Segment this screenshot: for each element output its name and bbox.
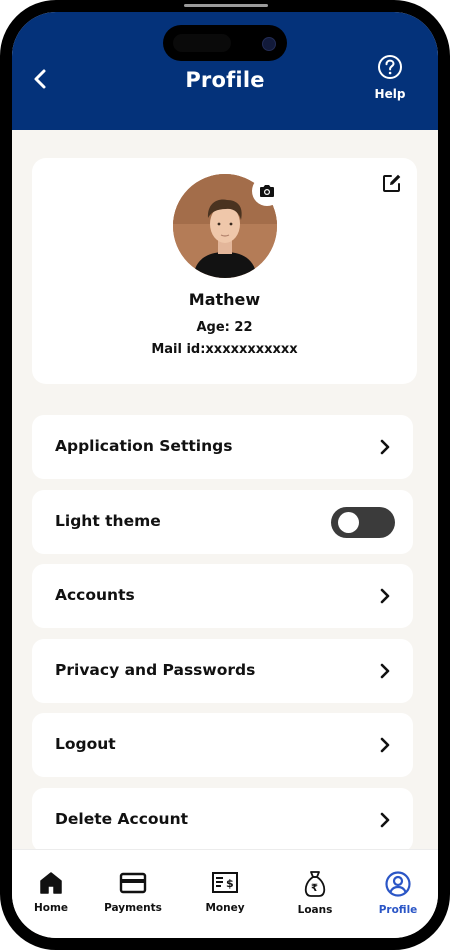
profile-card: Mathew Age: 22 Mail id:xxxxxxxxxxx — [32, 158, 417, 384]
help-label: Help — [374, 87, 406, 101]
help-icon — [378, 55, 402, 79]
menu-accounts[interactable]: Accounts — [32, 564, 413, 628]
menu-item-label: Delete Account — [55, 810, 189, 828]
phone-frame: Profile Help Mathew Age: 22 Mail id:xxxx… — [0, 0, 450, 950]
edit-profile-button[interactable] — [381, 172, 403, 194]
profile-age: Age: 22 — [196, 320, 253, 335]
profile-name: Mathew — [188, 290, 261, 309]
light-theme-toggle[interactable] — [331, 507, 395, 538]
edit-icon — [383, 174, 401, 192]
menu-item-label: Logout — [55, 735, 116, 753]
tab-money[interactable]: $ Money — [190, 870, 260, 914]
tab-payments[interactable]: Payments — [98, 870, 168, 914]
svg-text:$: $ — [226, 877, 234, 890]
tab-profile[interactable]: Profile — [363, 870, 433, 916]
profile-icon — [385, 871, 411, 897]
tab-loans[interactable]: ₹ Loans — [280, 870, 350, 916]
svg-text:₹: ₹ — [311, 883, 318, 894]
island-pill — [173, 34, 231, 52]
home-icon — [40, 872, 62, 894]
menu-light-theme: Light theme — [32, 490, 413, 554]
app-header: Profile Help — [12, 12, 438, 130]
menu-application-settings[interactable]: Application Settings — [32, 415, 413, 479]
chevron-right-icon — [380, 439, 390, 455]
chevron-right-icon — [380, 737, 390, 753]
menu-item-label: Accounts — [55, 586, 135, 604]
menu-delete-account[interactable]: Delete Account — [32, 788, 413, 852]
change-photo-button[interactable] — [252, 176, 282, 206]
menu-logout[interactable]: Logout — [32, 713, 413, 777]
tab-label: Home — [33, 902, 69, 914]
menu-item-label: Application Settings — [55, 437, 233, 455]
menu-privacy-passwords[interactable]: Privacy and Passwords — [32, 639, 413, 703]
tab-home[interactable]: Home — [16, 870, 86, 914]
chevron-right-icon — [380, 812, 390, 828]
camera-icon — [260, 185, 274, 197]
front-camera — [262, 37, 276, 51]
tab-label: Loans — [297, 904, 333, 916]
money-icon: $ — [212, 872, 238, 893]
phone-top-edge — [184, 4, 268, 7]
menu-item-label: Light theme — [55, 512, 161, 530]
tab-label: Money — [205, 902, 245, 914]
dynamic-island — [163, 25, 287, 61]
chevron-right-icon — [380, 588, 390, 604]
tab-label: Payments — [104, 902, 162, 914]
toggle-knob — [338, 512, 359, 533]
card-icon — [119, 872, 147, 894]
tab-label: Profile — [378, 904, 418, 916]
bottom-tab-bar: Home Payments $ Money ₹ Loans Profile — [12, 849, 438, 938]
help-button[interactable]: Help — [366, 54, 414, 101]
profile-mail: Mail id:xxxxxxxxxxx — [151, 342, 298, 357]
chevron-right-icon — [380, 663, 390, 679]
moneybag-icon: ₹ — [304, 871, 326, 897]
menu-item-label: Privacy and Passwords — [55, 661, 256, 679]
